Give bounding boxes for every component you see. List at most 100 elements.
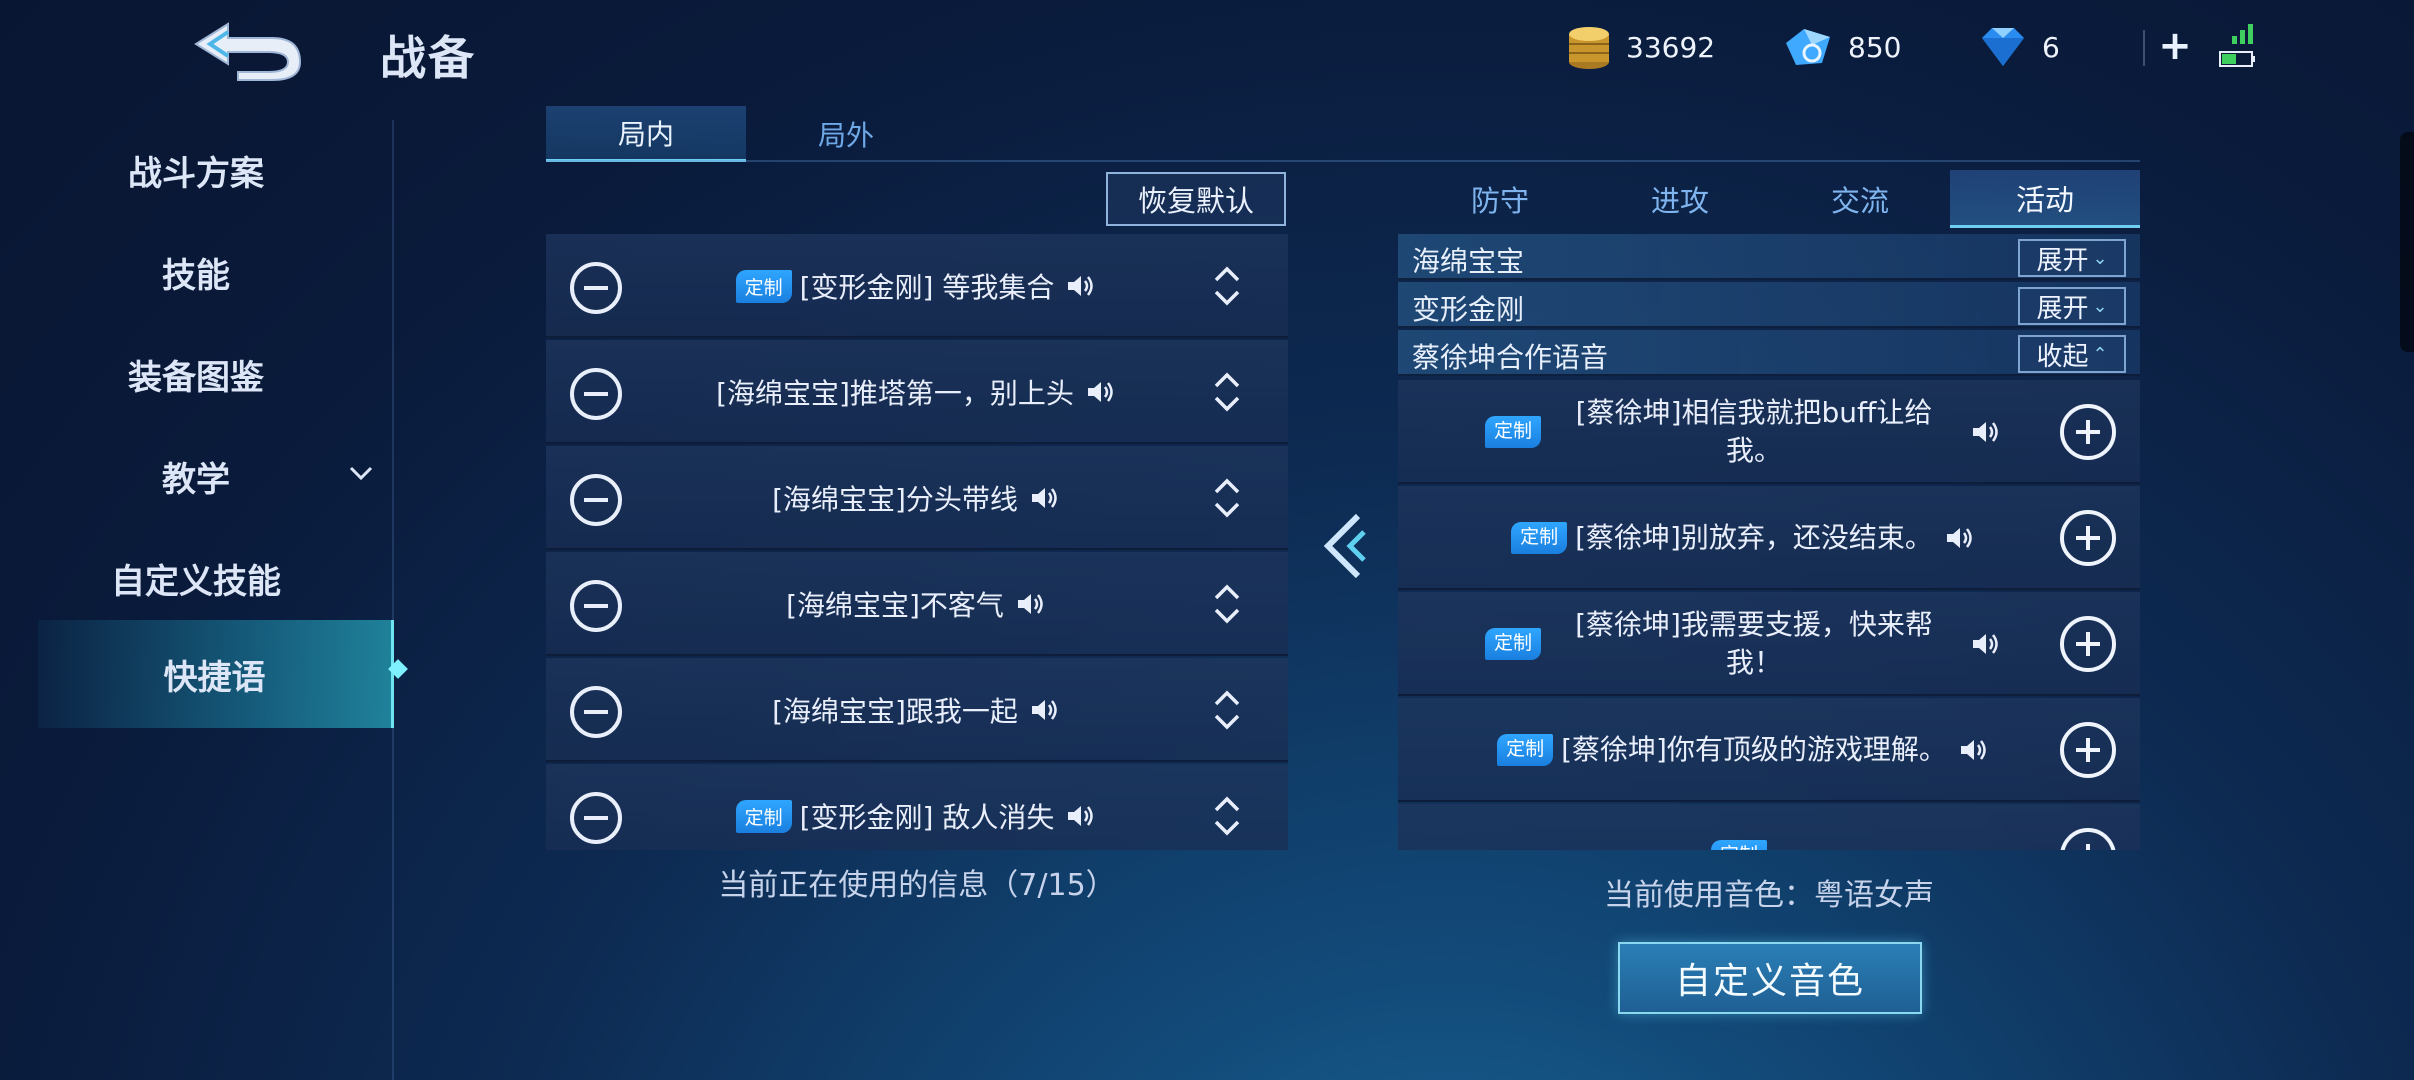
remove-button[interactable]	[570, 686, 622, 738]
nav-item-custom-skills[interactable]: 自定义技能	[0, 528, 392, 628]
speaker-icon[interactable]	[1959, 737, 1989, 763]
group-row-cxk-voice: 蔡徐坤合作语音 收起 ⌃	[1398, 330, 2140, 376]
quick-chat-text: 定制 [蔡徐坤]相信我就把buff让给我。	[1478, 380, 2008, 484]
nav-item-quick-chat[interactable]: 快捷语	[38, 620, 408, 728]
side-drawer-handle[interactable]	[2400, 132, 2414, 352]
add-currency-button[interactable]: +	[2155, 26, 2195, 68]
add-button[interactable]	[2060, 616, 2116, 672]
custom-badge: 定制	[1710, 840, 1767, 850]
tab-activity[interactable]: 活动	[1950, 170, 2140, 228]
quick-chat-text: 定制 [蔡徐坤]别放弃，还没结束。	[1478, 486, 2008, 590]
diamond-currency: 6	[1978, 18, 2060, 76]
page-title: 战备	[380, 31, 476, 85]
left-nav: 战斗方案 技能 装备图鉴 教学 自定义技能 快捷语	[0, 120, 408, 1080]
collapse-label: 收起	[2036, 341, 2089, 372]
quick-chat-text: [海绵宝宝]不客气	[656, 552, 1176, 656]
speaker-icon[interactable]	[1086, 379, 1116, 405]
quick-chat-label: [蔡徐坤]相信我就把buff让给我。	[1575, 396, 1933, 467]
speaker-icon[interactable]	[1971, 631, 2001, 657]
gold-amount: 33692	[1626, 30, 1716, 64]
remove-button[interactable]	[570, 792, 622, 844]
drag-sort-icon[interactable]	[1212, 476, 1242, 520]
speaker-icon[interactable]	[1030, 485, 1060, 511]
speaker-icon[interactable]	[1945, 525, 1975, 551]
tab-defend[interactable]: 防守	[1410, 170, 1590, 228]
quick-chat-label: [海绵宝宝]不客气	[786, 589, 1004, 622]
quick-chat-text: 定制	[1478, 804, 2008, 850]
add-button[interactable]	[2060, 510, 2116, 566]
drag-sort-icon[interactable]	[1212, 794, 1242, 838]
restore-default-button[interactable]: 恢复默认	[1106, 172, 1286, 226]
group-name: 蔡徐坤合作语音	[1412, 341, 1609, 374]
signal-battery-icon	[2218, 22, 2258, 78]
nav-item-label: 快捷语	[163, 657, 266, 698]
tabs-divider	[546, 160, 2140, 162]
list-item: 定制 [蔡徐坤]我需要支援，快来帮我！	[1398, 592, 2140, 696]
speaker-icon[interactable]	[1016, 591, 1046, 617]
nav-item-label: 技能	[162, 255, 230, 296]
diamond-amount: 6	[2042, 30, 2060, 64]
expand-button[interactable]: 展开 ⌄	[2018, 239, 2126, 277]
add-button[interactable]	[2060, 722, 2116, 778]
back-button[interactable]	[188, 10, 308, 90]
quick-chat-label: [蔡徐坤]别放弃，还没结束。	[1575, 521, 1933, 555]
remove-button[interactable]	[570, 262, 622, 314]
remove-button[interactable]	[570, 368, 622, 420]
speaker-icon[interactable]	[1971, 419, 2001, 445]
expand-label: 展开	[2036, 245, 2089, 276]
group-name: 变形金刚	[1412, 293, 1525, 326]
ticket-amount: 850	[1848, 30, 1902, 64]
active-indicator-icon	[388, 659, 408, 679]
quick-chat-label: [变形金刚] 等我集合	[799, 271, 1055, 304]
list-item: [海绵宝宝]推塔第一，别上头	[546, 340, 1288, 444]
speaker-icon[interactable]	[1030, 697, 1060, 723]
tab-out-game[interactable]: 局外	[746, 106, 946, 162]
expand-button[interactable]: 展开 ⌄	[2018, 287, 2126, 325]
activity-quick-chat-list[interactable]: 海绵宝宝 展开 ⌄ 变形金刚 展开 ⌄ 蔡徐坤合作语音 收起 ⌃ 定制 [蔡徐坤…	[1398, 234, 2140, 850]
quick-chat-text: [海绵宝宝]跟我一起	[656, 658, 1176, 762]
list-item: [海绵宝宝]不客气	[546, 552, 1288, 656]
quick-chat-label: [蔡徐坤]我需要支援，快来帮我！	[1575, 608, 1933, 679]
ticket-icon	[1786, 29, 1830, 65]
remove-button[interactable]	[570, 474, 622, 526]
add-button[interactable]	[2060, 828, 2116, 850]
quick-chat-label: [蔡徐坤]你有顶级的游戏理解。	[1561, 733, 1947, 767]
collapse-button[interactable]: 收起 ⌃	[2018, 335, 2126, 373]
gold-currency: 33692	[1566, 18, 1715, 76]
tab-in-game[interactable]: 局内	[546, 106, 746, 162]
chevron-up-icon: ⌃	[2092, 343, 2108, 365]
list-item: 定制 [变形金刚] 敌人消失	[546, 764, 1288, 850]
tab-attack[interactable]: 进攻	[1590, 170, 1770, 228]
remove-button[interactable]	[570, 580, 622, 632]
speaker-icon[interactable]	[1066, 273, 1096, 299]
list-item: 定制 [蔡徐坤]相信我就把buff让给我。	[1398, 380, 2140, 484]
drag-sort-icon[interactable]	[1212, 688, 1242, 732]
speaker-icon[interactable]	[1066, 803, 1096, 829]
group-name: 海绵宝宝	[1412, 245, 1525, 278]
nav-item-equipment-guide[interactable]: 装备图鉴	[0, 324, 392, 424]
list-item: 定制	[1398, 804, 2140, 850]
list-item: 定制 [变形金刚] 等我集合	[546, 234, 1288, 338]
drag-sort-icon[interactable]	[1212, 370, 1242, 414]
nav-item-label: 自定义技能	[111, 561, 281, 602]
add-button[interactable]	[2060, 404, 2116, 460]
chevron-down-icon	[349, 466, 373, 481]
chevron-left-icon	[1323, 513, 1366, 579]
drag-sort-icon[interactable]	[1212, 582, 1242, 626]
diamond-icon	[1982, 28, 2024, 66]
list-item: 定制 [蔡徐坤]你有顶级的游戏理解。	[1398, 698, 2140, 802]
nav-item-battle-plan[interactable]: 战斗方案	[0, 120, 392, 220]
drag-sort-icon[interactable]	[1212, 264, 1242, 308]
ticket-currency: 850	[1782, 18, 1901, 76]
custom-voice-button[interactable]: 自定义音色	[1618, 942, 1922, 1014]
list-item: [海绵宝宝]分头带线	[546, 446, 1288, 550]
tab-communicate[interactable]: 交流	[1770, 170, 1950, 228]
nav-item-skills[interactable]: 技能	[0, 222, 392, 322]
group-row-transformers: 变形金刚 展开 ⌄	[1398, 282, 2140, 328]
nav-item-tutorial[interactable]: 教学	[0, 426, 392, 526]
quick-chat-text: 定制 [蔡徐坤]你有顶级的游戏理解。	[1478, 698, 2008, 802]
list-item: 定制 [蔡徐坤]别放弃，还没结束。	[1398, 486, 2140, 590]
custom-badge: 定制	[735, 799, 792, 833]
current-quick-chat-list[interactable]: 定制 [变形金刚] 等我集合 [海绵宝宝]推塔第一，别上头 [海绵宝宝]分头带线…	[546, 234, 1288, 850]
move-left-button[interactable]	[1318, 510, 1372, 582]
